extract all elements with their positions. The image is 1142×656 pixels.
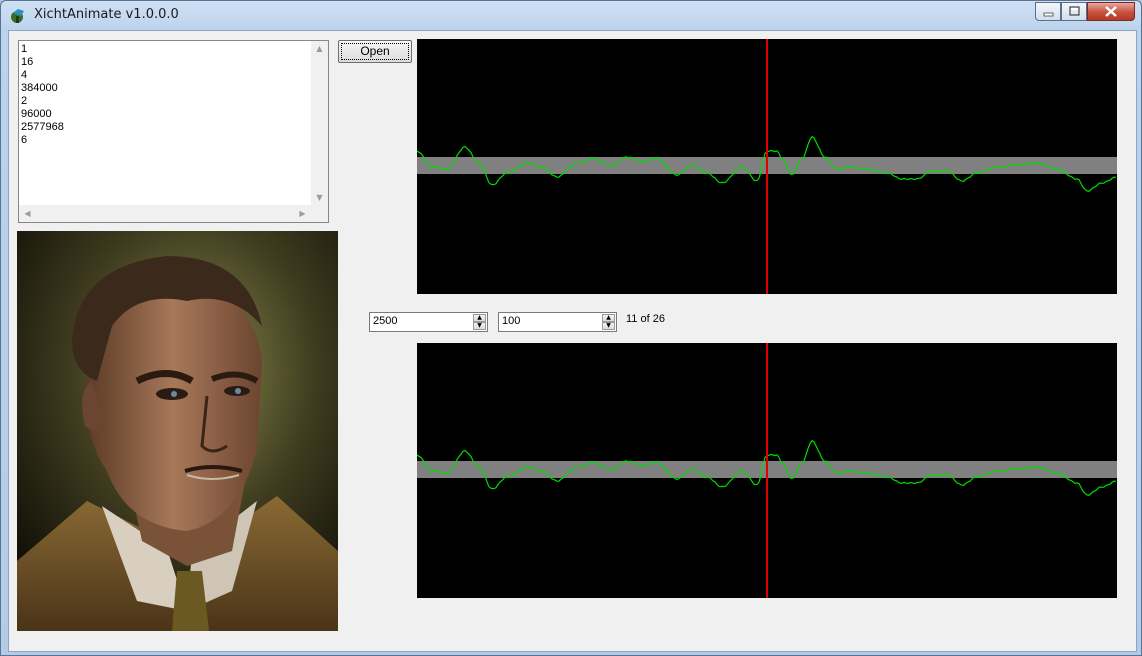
close-icon: [1105, 6, 1117, 17]
scroll-left-icon[interactable]: ◀: [19, 209, 36, 218]
waveform-bottom-cursor[interactable]: [766, 343, 768, 598]
list-item[interactable]: 96000: [21, 108, 64, 121]
waveform-top-plot: [416, 39, 1117, 294]
vertical-scrollbar[interactable]: ▲ ▼: [311, 41, 328, 205]
list-item[interactable]: 4: [21, 69, 64, 82]
interval-spinner-value[interactable]: 2500: [373, 315, 397, 327]
waveform-top[interactable]: [416, 39, 1117, 294]
maximize-icon: [1069, 6, 1080, 16]
list-item[interactable]: 2: [21, 95, 64, 108]
scroll-down-icon[interactable]: ▼: [311, 193, 328, 202]
interval-spinner[interactable]: 2500 ▲ ▼: [369, 312, 488, 332]
app-window: XichtAnimate v1.0.0.0 1 16 4 384000 2 96…: [0, 0, 1142, 656]
listbox-items: 1 16 4 384000 2 96000 2577968 6: [21, 43, 64, 147]
frame-counter: 11 of 26: [626, 313, 665, 325]
waveform-top-cursor[interactable]: [766, 39, 768, 294]
spinner-up-icon[interactable]: ▲: [602, 314, 615, 322]
list-item[interactable]: 6: [21, 134, 64, 147]
spinner-down-icon[interactable]: ▼: [473, 322, 486, 330]
waveform-bottom-plot: [416, 343, 1117, 598]
title-bar[interactable]: XichtAnimate v1.0.0.0: [1, 1, 1141, 30]
list-item[interactable]: 384000: [21, 82, 64, 95]
horizontal-scrollbar[interactable]: ◀ ▶: [19, 205, 311, 222]
window-title: XichtAnimate v1.0.0.0: [34, 7, 179, 22]
app-icon: [11, 9, 24, 23]
client-area: 1 16 4 384000 2 96000 2577968 6 ▲ ▼ ◀ ▶ …: [8, 30, 1137, 652]
step-spinner-buttons[interactable]: ▲ ▼: [602, 314, 615, 330]
interval-spinner-buttons[interactable]: ▲ ▼: [473, 314, 486, 330]
scroll-up-icon[interactable]: ▲: [311, 44, 328, 53]
info-listbox[interactable]: 1 16 4 384000 2 96000 2577968 6 ▲ ▼ ◀ ▶: [18, 40, 329, 223]
list-item[interactable]: 1: [21, 43, 64, 56]
scroll-corner: [311, 205, 328, 222]
minimize-button[interactable]: [1035, 2, 1061, 21]
character-portrait: [17, 231, 338, 631]
scroll-right-icon[interactable]: ▶: [294, 209, 311, 218]
step-spinner[interactable]: 100 ▲ ▼: [498, 312, 617, 332]
list-item[interactable]: 16: [21, 56, 64, 69]
minimize-icon: [1043, 12, 1054, 17]
spinner-down-icon[interactable]: ▼: [602, 322, 615, 330]
waveform-bottom[interactable]: [416, 343, 1117, 598]
maximize-button[interactable]: [1061, 2, 1087, 21]
open-button[interactable]: Open: [338, 40, 412, 63]
close-button[interactable]: [1087, 2, 1135, 21]
spinner-up-icon[interactable]: ▲: [473, 314, 486, 322]
list-item[interactable]: 2577968: [21, 121, 64, 134]
step-spinner-value[interactable]: 100: [502, 315, 520, 327]
